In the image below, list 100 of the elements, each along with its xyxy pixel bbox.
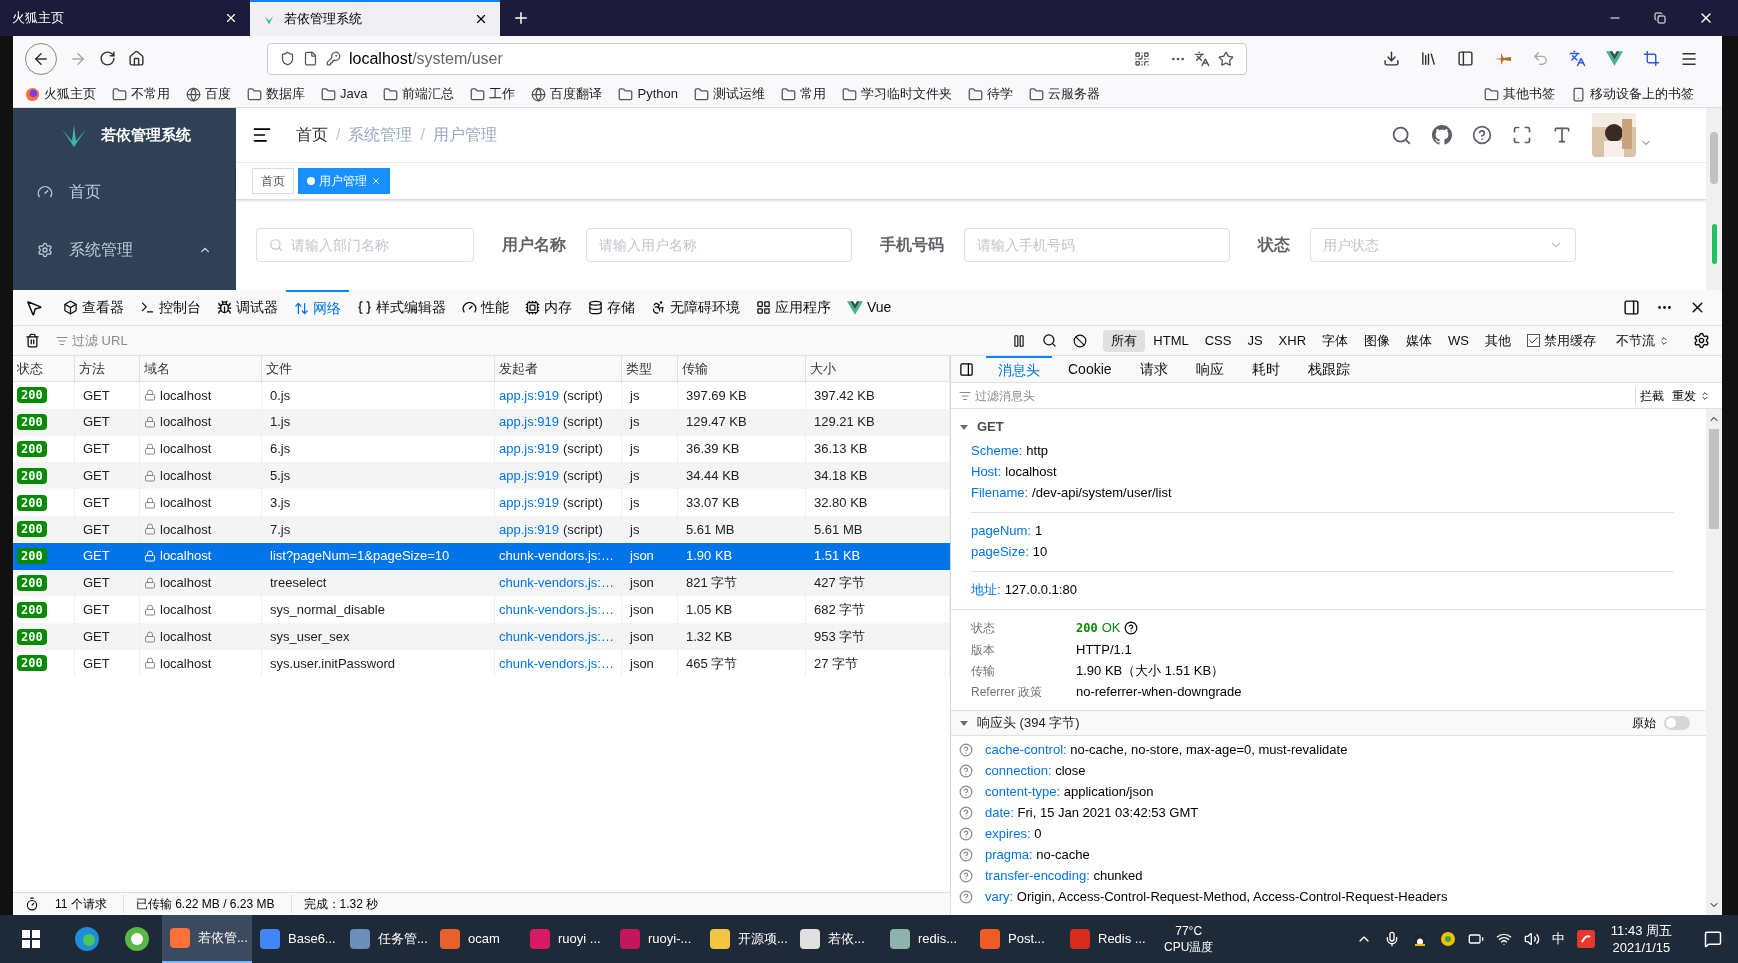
bookmark[interactable]: Java [321, 84, 368, 104]
browser-tab[interactable]: 若依管理系统 [250, 0, 500, 36]
type-filter-button[interactable]: JS [1239, 329, 1271, 352]
devtools-tab[interactable]: 性能 [454, 289, 517, 326]
bookmark[interactable]: 火狐主页 [25, 84, 96, 104]
type-filter-button[interactable]: XHR [1270, 329, 1315, 352]
download-icon[interactable] [1383, 50, 1400, 67]
bookmark[interactable]: 前端汇总 [383, 84, 455, 104]
restore-icon[interactable] [1654, 12, 1666, 24]
block-icon[interactable] [1073, 333, 1088, 348]
panel-toggle-icon[interactable] [959, 361, 974, 377]
initiator-link[interactable]: chunk-vendors.js:… [499, 626, 614, 647]
scrollbar[interactable] [1706, 108, 1722, 290]
initiator-link[interactable]: chunk-vendors.js:… [499, 600, 614, 620]
ime-indicator[interactable]: 中 [1551, 929, 1565, 949]
column-header[interactable]: 状态 [13, 356, 75, 381]
bookmark[interactable]: 百度翻译 [531, 84, 603, 104]
close-icon[interactable] [224, 11, 238, 25]
initiator-link[interactable]: app.js:919 [499, 385, 559, 406]
battery-icon[interactable] [1467, 931, 1484, 947]
type-filter-button[interactable]: 所有 [1103, 329, 1146, 352]
initiator-link[interactable]: chunk-vendors.js:… [499, 653, 614, 674]
bookmark[interactable]: 不常用 [112, 84, 170, 104]
bookmark[interactable]: 工作 [470, 84, 516, 104]
search-icon[interactable] [1042, 333, 1058, 348]
detail-tab[interactable]: 响应 [1183, 355, 1236, 383]
key-icon[interactable] [326, 51, 341, 66]
sidebar-item[interactable]: 首页 [13, 163, 236, 221]
raw-toggle[interactable] [1664, 715, 1690, 730]
scrollbar-thumb[interactable] [1709, 429, 1719, 529]
taskbar-app[interactable]: 若依... [792, 915, 882, 963]
scrollbar-thumb[interactable] [1710, 132, 1718, 184]
detail-tab[interactable]: 耗时 [1239, 355, 1292, 383]
type-filter-button[interactable]: 字体 [1314, 329, 1357, 352]
request-row[interactable]: 200 GET localhost 7.js app.js:919 (script) js 5.61 MB 5.61 MB [13, 516, 950, 543]
devtools-tab[interactable]: Vue [839, 289, 900, 326]
font-size-icon[interactable] [1552, 125, 1572, 145]
taskbar-app[interactable]: Redis ... [1062, 915, 1152, 963]
request-row[interactable]: 200 GET localhost 1.js app.js:919 (script) js 129.47 KB 129.21 KB [13, 408, 950, 436]
devtools-tab[interactable]: 查看器 [55, 289, 132, 326]
initiator-link[interactable]: app.js:919 [499, 492, 559, 513]
address-bar[interactable]: localhost/system/user [267, 42, 1247, 75]
translate-icon[interactable] [1194, 50, 1210, 67]
shield-icon[interactable] [280, 51, 295, 66]
column-header[interactable]: 方法 [75, 356, 140, 381]
bookmark[interactable]: 其他书签 [1484, 84, 1555, 104]
sidebar-icon[interactable] [1457, 50, 1474, 67]
taskbar-app[interactable]: Base6... [252, 915, 342, 963]
detail-tab[interactable]: 消息头 [986, 355, 1052, 383]
devtools-tab[interactable]: 样式编辑器 [349, 289, 454, 326]
type-filter-button[interactable]: HTML [1145, 329, 1197, 352]
type-filter-button[interactable]: CSS [1196, 329, 1240, 352]
pick-element-icon[interactable] [25, 298, 43, 317]
clock[interactable]: 11:43 周五 2021/1/15 [1610, 922, 1672, 956]
initiator-link[interactable]: app.js:919 [499, 519, 559, 540]
type-filter-button[interactable]: 媒体 [1398, 329, 1441, 352]
taskbar-app[interactable]: Post... [972, 915, 1062, 963]
bookmark[interactable]: 常用 [780, 84, 826, 104]
bookmark[interactable]: 云服务器 [1028, 84, 1100, 104]
home-icon[interactable] [128, 50, 145, 67]
initiator-link[interactable]: app.js:919 [499, 439, 559, 459]
section-toggle[interactable]: GET [951, 409, 1706, 441]
type-filter-button[interactable]: 其他 [1477, 329, 1519, 352]
bookmark[interactable]: 测试运维 [693, 84, 765, 104]
new-tab-icon[interactable] [512, 9, 530, 27]
initiator-link[interactable]: app.js:919 [499, 412, 559, 432]
detail-tab[interactable]: 栈跟踪 [1295, 355, 1362, 383]
initiator-link[interactable]: chunk-vendors.js:… [499, 573, 614, 593]
qr-code-icon[interactable] [1134, 50, 1150, 67]
taskbar-app[interactable]: 开源项... [702, 915, 792, 963]
header-filter-field[interactable]: 过滤消息头 [959, 386, 1635, 405]
resend-button[interactable]: 重发 [1668, 386, 1714, 405]
hamburger-icon[interactable] [252, 125, 272, 145]
type-filter-button[interactable]: WS [1440, 329, 1477, 352]
volume-icon[interactable] [1523, 931, 1540, 947]
initiator-link[interactable]: chunk-vendors.js:… [499, 546, 614, 566]
type-filter-button[interactable]: 图像 [1356, 329, 1399, 352]
scrollbar[interactable] [1706, 409, 1722, 915]
tag-tab[interactable]: 首页 [252, 168, 294, 194]
devtools-tab[interactable]: 控制台 [132, 289, 209, 326]
column-header[interactable]: 文件 [262, 356, 495, 381]
taskbar-app[interactable]: ruoyi ... [522, 915, 612, 963]
column-header[interactable]: 域名 [140, 356, 262, 381]
github-icon[interactable] [1432, 125, 1452, 145]
fullscreen-icon[interactable] [1512, 125, 1532, 145]
request-row[interactable]: 200 GET localhost treeselect chunk-vendors.js:… json 821 字节 427 字节 [13, 569, 950, 597]
windows-icon[interactable] [22, 930, 40, 948]
request-row[interactable]: 200 GET localhost 5.js app.js:919 (script) js 34.44 KB 34.18 KB [13, 462, 950, 490]
help-icon[interactable] [1124, 621, 1139, 635]
taskbar-app[interactable]: 若依管... [162, 915, 252, 963]
reload-icon[interactable] [99, 50, 116, 67]
app-icon[interactable] [1576, 930, 1595, 948]
pause-icon[interactable] [1012, 333, 1027, 348]
throttling-dropdown[interactable]: 不节流 [1616, 330, 1669, 351]
column-header[interactable]: 传输 [678, 356, 806, 381]
browser-icon[interactable] [74, 926, 100, 952]
app-icon[interactable] [1439, 931, 1456, 947]
breadcrumb-item[interactable]: 首页 [296, 123, 328, 147]
bookmark[interactable]: 移动设备上的书签 [1571, 84, 1694, 104]
browser-tab[interactable]: 火狐主页 [0, 0, 250, 36]
